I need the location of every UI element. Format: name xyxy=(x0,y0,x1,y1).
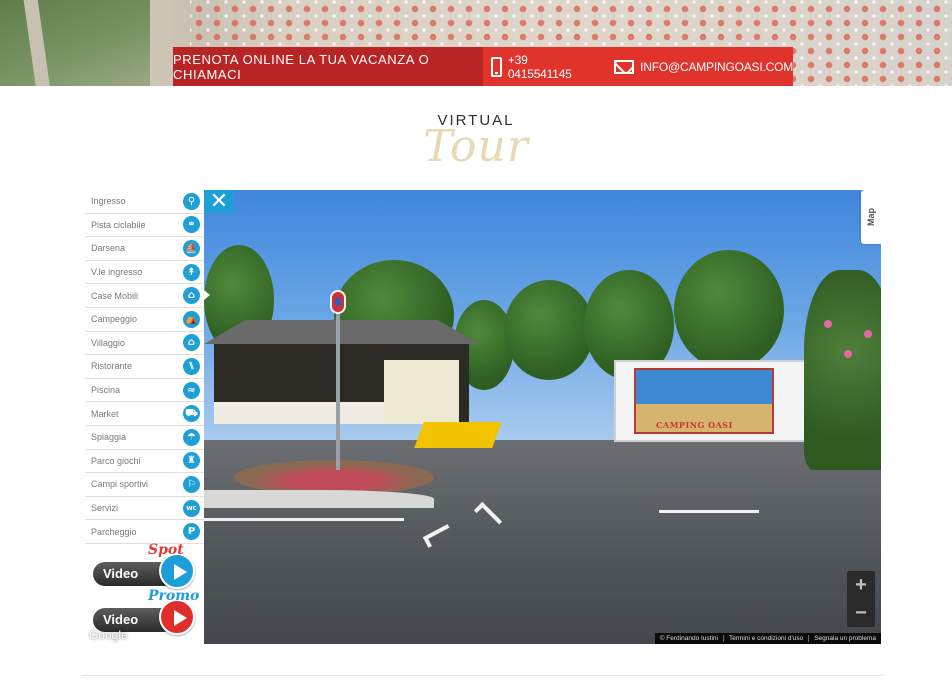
contact-bar: PRENOTA ONLINE LA TUA VACANZA O CHIAMACI… xyxy=(173,47,793,86)
wc-icon: wc xyxy=(183,499,200,517)
pano-lane-line xyxy=(659,510,759,513)
house-icon: ⌂ xyxy=(183,334,200,352)
map-toggle-tab[interactable]: Map xyxy=(861,190,881,244)
sidebar-item-label: Pista ciclabile xyxy=(91,219,146,230)
spot-video-button[interactable]: Video Spot xyxy=(93,542,198,590)
sidebar-item[interactable]: Ingresso ⚲ xyxy=(85,190,204,214)
sidebar-item-label: V.le ingresso xyxy=(91,267,143,278)
fork-knife-icon: ⑊ xyxy=(183,357,200,375)
palm-tree-icon: ↟ xyxy=(183,263,200,281)
play-icon xyxy=(159,599,195,635)
pano-flower xyxy=(844,350,852,358)
sidebar-item[interactable]: Piscina ≈ xyxy=(85,379,204,403)
email-address: INFO@CAMPINGOASI.COM xyxy=(640,59,793,74)
terms-link[interactable]: Termini e condizioni d'uso xyxy=(722,635,808,642)
report-problem-link[interactable]: Segnala un problema xyxy=(808,635,881,642)
phone-number: +39 0415541145 xyxy=(507,52,572,81)
location-pin-icon: ⚲ xyxy=(183,192,200,210)
copyright-text: © Ferdinando Iustini xyxy=(659,635,718,642)
zoom-out-button[interactable]: − xyxy=(855,601,867,625)
sidebar-item[interactable]: Campi sportivi ⚐ xyxy=(85,473,204,497)
booking-link[interactable]: PRENOTA ONLINE LA TUA VACANZA O CHIAMACI xyxy=(173,47,483,86)
sidebar-item-label: Campeggio xyxy=(91,314,138,325)
sidebar-item[interactable]: Market ⛟ xyxy=(85,402,204,426)
sidebar-item[interactable]: Campeggio ⛺ xyxy=(85,308,204,332)
pano-hedge xyxy=(804,270,881,470)
promo-video-tag: Promo xyxy=(148,588,200,604)
sidebar-item[interactable]: Case Mobili ⌂ xyxy=(85,284,210,308)
pano-road-sign xyxy=(330,290,346,314)
google-logo: Google xyxy=(89,628,128,642)
sidebar-item-label: Servizi xyxy=(91,503,119,514)
booking-text: PRENOTA ONLINE LA TUA VACANZA O CHIAMACI xyxy=(173,51,430,82)
play-icon xyxy=(159,553,195,589)
runner-icon: ⚐ xyxy=(183,475,200,493)
section-title: VIRTUAL Tour xyxy=(0,112,952,169)
sidebar-item-label: Villaggio xyxy=(91,337,125,348)
sidebar-item-label: Ingresso xyxy=(91,196,126,207)
zoom-in-button[interactable]: + xyxy=(855,573,867,597)
sidebar-item[interactable]: Servizi wc xyxy=(85,497,204,521)
sidebar-item-label: Case Mobili xyxy=(91,290,139,301)
parking-icon: P xyxy=(183,523,200,541)
title-tour: Tour xyxy=(423,121,529,172)
sidebar-item-label: Campi sportivi xyxy=(91,479,149,490)
pano-yellow-marking xyxy=(414,422,502,448)
sidebar-item[interactable]: Darsena ⛵ xyxy=(85,237,204,261)
tent-icon: ⛺ xyxy=(183,310,200,328)
virtual-tour-viewer: CAMPING OASI Map + − © Ferdinando Iustin… xyxy=(85,190,881,644)
mail-icon xyxy=(614,59,635,74)
pano-sign-pole xyxy=(336,290,340,470)
spot-video-tag: Spot xyxy=(148,542,184,558)
email-link[interactable]: INFO@CAMPINGOASI.COM xyxy=(614,59,793,74)
contact-info: +39 0415541145 INFO@CAMPINGOASI.COM xyxy=(483,47,793,86)
zoom-control: + − xyxy=(847,571,875,627)
map-tab-label: Map xyxy=(866,208,876,226)
sidebar-item-label: Darsena xyxy=(91,243,126,254)
swimmer-icon: ≈ xyxy=(183,381,200,399)
pano-mural-text: CAMPING OASI xyxy=(656,420,733,430)
pano-tree xyxy=(504,280,594,380)
sidebar-item[interactable]: Parcheggio P xyxy=(85,520,204,544)
close-icon: ✕ xyxy=(209,190,229,214)
sidebar-item[interactable]: V.le ingresso ↟ xyxy=(85,261,204,285)
bicycle-icon: ⚭ xyxy=(183,216,200,234)
castle-icon: ♜ xyxy=(183,452,200,470)
pano-tree xyxy=(674,250,784,370)
pano-flower xyxy=(864,330,872,338)
street-view-panorama[interactable]: CAMPING OASI Map + − © Ferdinando Iustin… xyxy=(204,190,881,644)
tour-sidebar: Ingresso ⚲ Pista ciclabile ⚭ Darsena ⛵ V.le in… xyxy=(85,190,210,644)
beach-umbrella-icon: ☂ xyxy=(183,428,200,446)
sidebar-item[interactable]: Villaggio ⌂ xyxy=(85,332,204,356)
section-divider xyxy=(82,675,884,676)
sidebar-item-label: Market xyxy=(91,408,119,419)
phone-icon xyxy=(491,56,502,77)
pano-flower xyxy=(824,320,832,328)
sidebar-item-label: Parco giochi xyxy=(91,455,141,466)
sidebar-item[interactable]: Pista ciclabile ⚭ xyxy=(85,214,204,238)
sidebar-item-label: Piscina xyxy=(91,385,121,396)
pano-lane-line xyxy=(204,518,404,521)
map-footer-links: © Ferdinando Iustini Termini e condizion… xyxy=(654,633,881,644)
shopping-cart-icon: ⛟ xyxy=(183,405,200,423)
hero-grass xyxy=(0,0,150,86)
sidebar-item-label: Ristorante xyxy=(91,361,133,372)
sidebar-item-label: Spiaggia xyxy=(91,432,127,443)
location-list: Ingresso ⚲ Pista ciclabile ⚭ Darsena ⛵ V.le in… xyxy=(85,190,210,544)
sidebar-item[interactable]: Spiaggia ☂ xyxy=(85,426,204,450)
sidebar-item[interactable]: Ristorante ⑊ xyxy=(85,355,204,379)
close-sidebar-button[interactable]: ✕ xyxy=(204,190,234,213)
sailboat-icon: ⛵ xyxy=(183,239,200,257)
pano-curb xyxy=(204,490,434,508)
house-icon: ⌂ xyxy=(183,287,200,305)
sidebar-item[interactable]: Parco giochi ♜ xyxy=(85,450,204,474)
sidebar-item-label: Parcheggio xyxy=(91,526,137,537)
phone-link[interactable]: +39 0415541145 xyxy=(491,53,592,81)
